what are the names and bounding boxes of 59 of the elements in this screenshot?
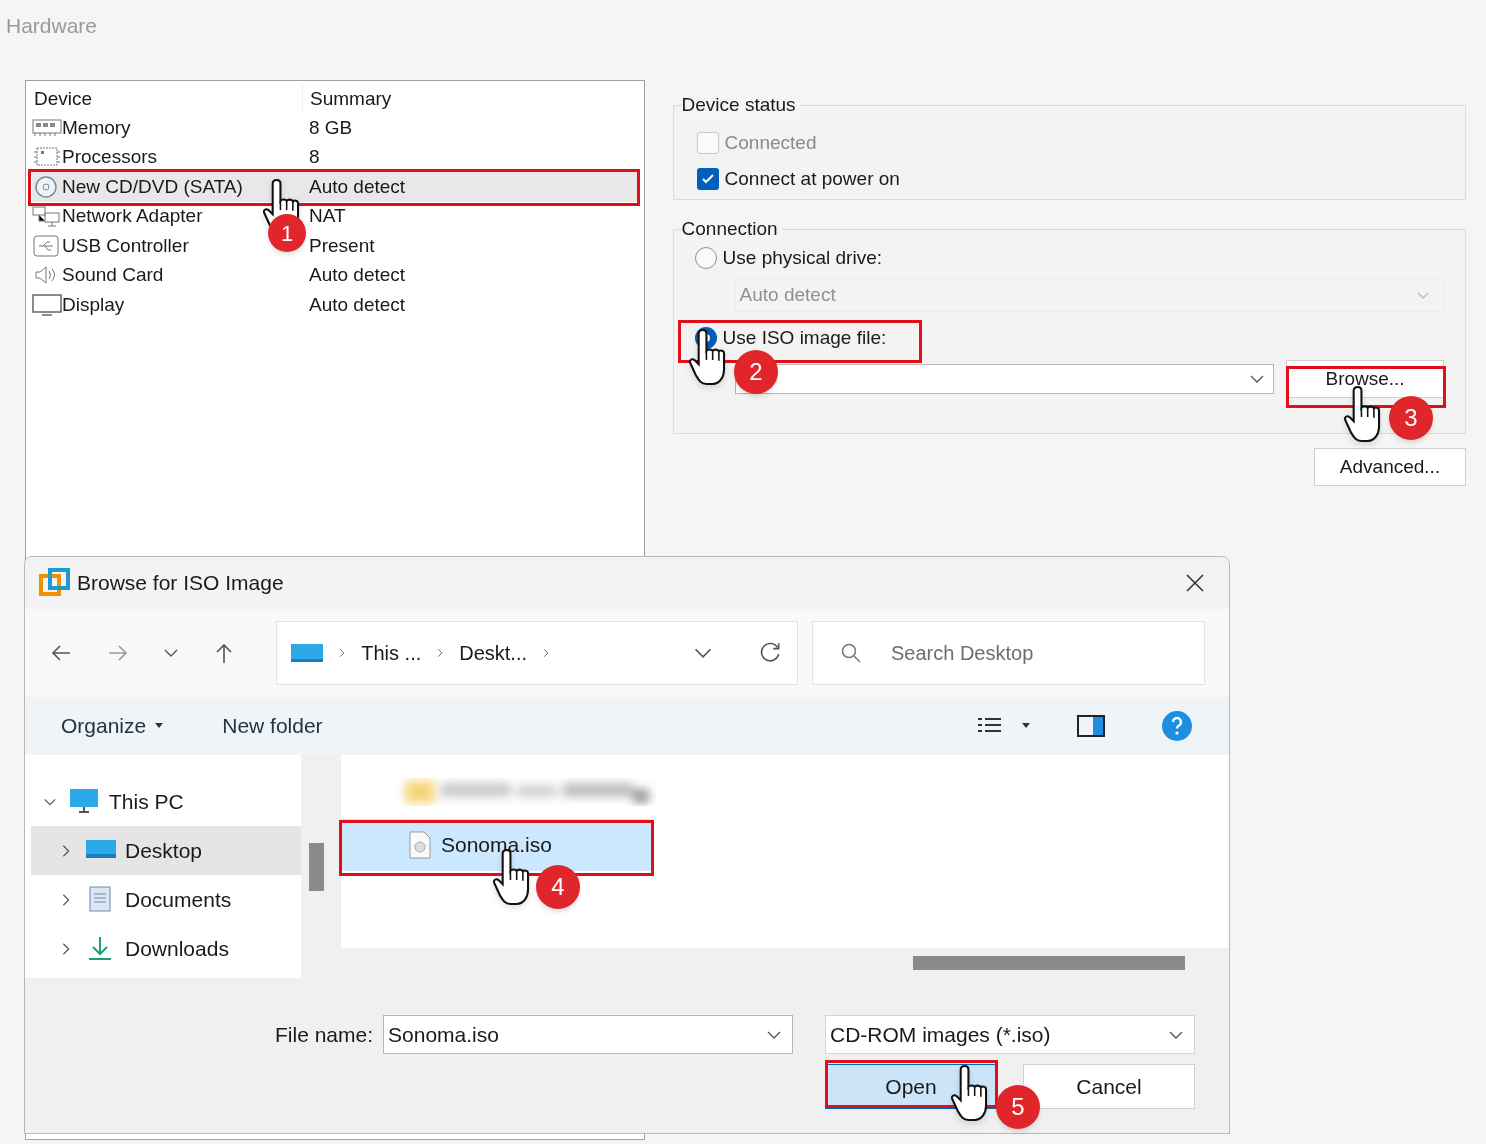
- tree-item[interactable]: Documents: [31, 875, 301, 924]
- app-icon: [39, 567, 71, 599]
- field-label: File name:: [275, 1021, 374, 1048]
- table-cell-text: Auto detect: [309, 263, 406, 287]
- file-icon: [409, 831, 431, 859]
- checkbox[interactable]: [696, 168, 719, 190]
- cancel-button[interactable]: Cancel: [1023, 1064, 1195, 1109]
- column-header: Device: [33, 86, 94, 111]
- tree-item[interactable]: Desktop: [31, 826, 301, 875]
- table-cell-text: Auto detect: [309, 174, 406, 199]
- table-cell-text: 8: [309, 145, 320, 169]
- check-icon: [700, 172, 715, 186]
- network-icon: [32, 204, 62, 229]
- monitor-icon: [32, 292, 62, 317]
- table-cell-text: Present: [309, 233, 375, 258]
- window-title: Hardware: [6, 13, 98, 39]
- help-icon[interactable]: [1161, 710, 1193, 742]
- address-bar[interactable]: This ... Deskt...: [276, 621, 798, 685]
- table-cell-text: New CD/DVD (SATA): [62, 174, 243, 199]
- usb-icon: [32, 233, 62, 258]
- scrollbar-thumb[interactable]: [913, 956, 1185, 970]
- file-type-dropdown[interactable]: CD-ROM images (*.iso): [825, 1015, 1195, 1054]
- column-header: Summary: [302, 84, 392, 114]
- checkbox-label: Connect at power on: [724, 166, 900, 191]
- breadcrumb[interactable]: This ...: [361, 638, 422, 668]
- dialog-title: Browse for ISO Image: [77, 570, 285, 597]
- search-icon: [840, 642, 862, 664]
- breadcrumb[interactable]: Deskt...: [459, 638, 528, 668]
- radio-label: Use physical drive:: [722, 245, 882, 270]
- computer-icon: [69, 787, 101, 816]
- table-cell-text: Display: [62, 292, 125, 317]
- scrollbar-thumb[interactable]: [309, 843, 324, 891]
- advanced-button[interactable]: Advanced...: [1314, 448, 1466, 486]
- tree-item[interactable]: This PC: [31, 777, 301, 826]
- table-cell-text: Auto detect: [309, 292, 406, 317]
- hand-cursor-icon: [1343, 385, 1383, 443]
- caret-icon[interactable]: [1021, 723, 1031, 729]
- search-field[interactable]: Search Desktop: [812, 621, 1205, 685]
- caret-icon: [154, 723, 165, 729]
- table-cell-text: 8 GB: [309, 115, 353, 140]
- file-item[interactable]: Sonoma.iso: [341, 819, 653, 871]
- preview-pane-icon[interactable]: [1077, 715, 1105, 737]
- table-row[interactable]: New CD/DVD (SATA) Auto detect: [32, 172, 640, 202]
- table-cell-text: USB Controller: [62, 233, 189, 258]
- organize-menu[interactable]: Organize: [61, 710, 165, 742]
- checkbox-label: Connected: [724, 130, 817, 155]
- radio-label: Use ISO image file:: [722, 325, 887, 350]
- monitor-icon: [291, 642, 324, 664]
- iso-path-field[interactable]: [734, 364, 1275, 394]
- tree-item[interactable]: Downloads: [31, 924, 301, 973]
- table-cell-text: Processors: [62, 145, 158, 169]
- close-icon[interactable]: [1185, 573, 1205, 593]
- new-folder-button[interactable]: New folder: [222, 710, 323, 742]
- table-cell-text: Memory: [62, 115, 131, 140]
- file-name-field[interactable]: Sonoma.iso: [383, 1015, 794, 1054]
- hand-cursor-icon: [950, 1064, 990, 1122]
- table-cell-text: Network Adapter: [62, 204, 203, 228]
- table-cell-text: NAT: [309, 204, 346, 228]
- table-cell-text: Sound Card: [62, 263, 164, 287]
